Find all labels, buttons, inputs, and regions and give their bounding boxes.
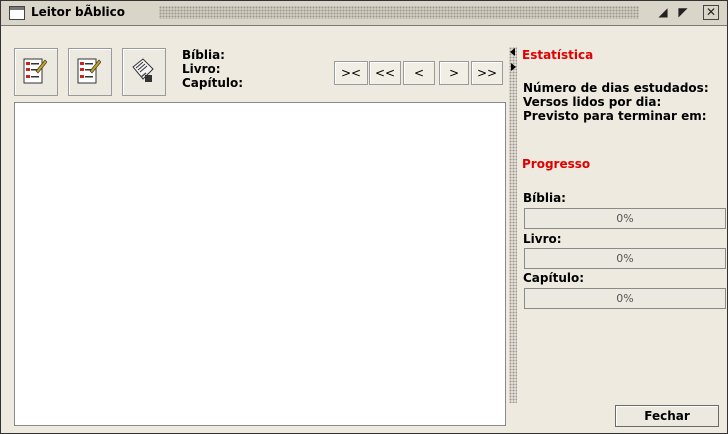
reading-text-area[interactable] xyxy=(14,102,506,426)
nav-next-button[interactable]: > xyxy=(439,61,469,85)
splitter-left-arrow-icon[interactable] xyxy=(510,48,515,56)
statistics-title: Estatística xyxy=(522,48,594,62)
progress-livro-text: 0% xyxy=(616,252,634,265)
splitter-right-arrow-icon[interactable] xyxy=(511,63,516,71)
statistics-list: Número de dias estudados: Versos lidos p… xyxy=(523,81,709,123)
progress-capitulo-bar: 0% xyxy=(524,288,726,309)
title-bar[interactable]: Leitor bÃ­blico ◢ ◤ ✕ xyxy=(1,1,727,26)
panel-splitter[interactable] xyxy=(509,47,517,403)
toolbar-edit-list-button[interactable] xyxy=(14,48,58,96)
progress-biblia-label: Bíblia: xyxy=(523,191,566,205)
progress-title: Progresso xyxy=(522,157,591,171)
maximize-icon[interactable]: ◤ xyxy=(675,5,691,20)
days-studied-label: Número de dias estudados: xyxy=(523,81,709,95)
progress-capitulo-label: Capítulo: xyxy=(523,271,585,285)
reader-window: Leitor bÃ­blico ◢ ◤ ✕ Bíb xyxy=(0,0,728,434)
clipboard-pen-icon xyxy=(132,58,154,82)
verses-per-day-label: Versos lidos por dia: xyxy=(523,95,662,109)
minimize-icon[interactable]: ◢ xyxy=(655,5,671,20)
window-title: Leitor bÃ­blico xyxy=(31,5,126,19)
nav-shrink-button[interactable]: >< xyxy=(334,61,368,85)
progress-livro-label: Livro: xyxy=(523,232,562,246)
capitulo-label: Capítulo: xyxy=(182,76,244,90)
close-button[interactable]: Fechar xyxy=(615,405,719,427)
edit-list-icon xyxy=(23,58,47,84)
livro-label: Livro: xyxy=(182,62,221,76)
progress-biblia-bar: 0% xyxy=(524,208,726,229)
edit-checklist-icon xyxy=(77,58,101,84)
location-labels: Bíblia: Livro: Capítulo: xyxy=(182,48,243,90)
toolbar-edit-checklist-button[interactable] xyxy=(68,48,112,96)
expected-finish-label: Previsto para terminar em: xyxy=(523,109,707,123)
toolbar-clipboard-button[interactable] xyxy=(122,48,166,96)
progress-capitulo-text: 0% xyxy=(616,292,634,305)
nav-first-button[interactable]: << xyxy=(369,61,401,85)
nav-prev-button[interactable]: < xyxy=(403,61,435,85)
biblia-label: Bíblia: xyxy=(182,48,225,62)
close-icon[interactable]: ✕ xyxy=(703,5,719,20)
window-icon xyxy=(9,6,25,20)
nav-last-button[interactable]: >> xyxy=(471,61,503,85)
title-bar-grip xyxy=(159,6,639,19)
progress-biblia-text: 0% xyxy=(616,212,634,225)
progress-livro-bar: 0% xyxy=(524,248,726,269)
